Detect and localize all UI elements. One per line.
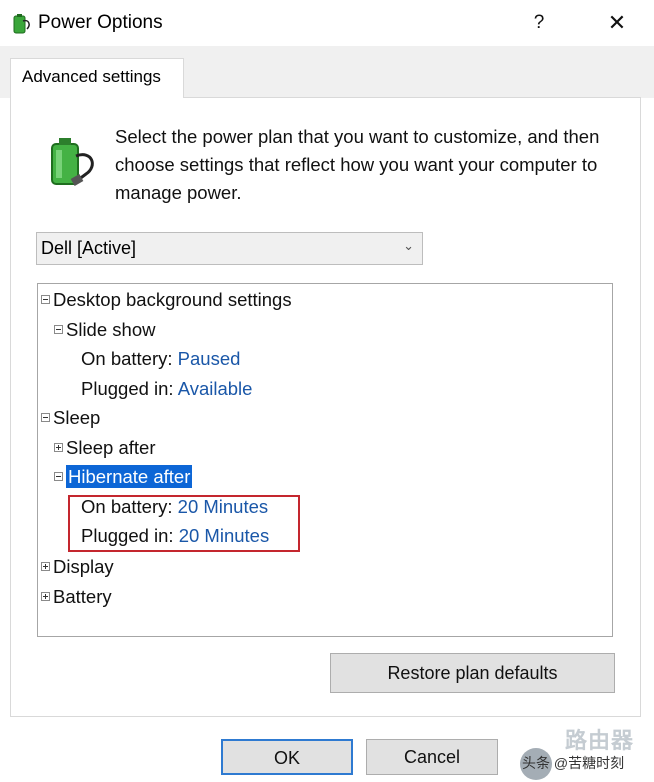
tree-label: Desktop background settings xyxy=(53,289,292,310)
plan-description: Select the power plan that you want to c… xyxy=(115,126,600,203)
tree-item-sleep-after[interactable]: Sleep after xyxy=(54,437,155,459)
tree-item-battery[interactable]: Battery xyxy=(41,586,112,608)
tree-label: Battery xyxy=(53,586,112,607)
help-button[interactable]: ? xyxy=(524,9,554,37)
cancel-button[interactable]: Cancel xyxy=(366,739,498,775)
restore-plan-defaults-button[interactable]: Restore plan defaults xyxy=(330,653,615,693)
collapse-icon[interactable] xyxy=(54,324,63,334)
tree-item-desktop-background[interactable]: Desktop background settings xyxy=(41,289,292,311)
expand-icon[interactable] xyxy=(41,561,50,571)
tree-label-selected: Hibernate after xyxy=(66,465,193,488)
ok-button[interactable]: OK xyxy=(221,739,353,775)
battery-plug-icon xyxy=(51,138,94,186)
tree-label: Sleep after xyxy=(66,437,156,458)
highlight-box xyxy=(68,495,300,552)
setting-value-link[interactable]: Paused xyxy=(178,348,241,369)
watermark-brand: 路由器 xyxy=(565,728,635,753)
expand-icon[interactable] xyxy=(41,591,50,601)
expand-icon[interactable] xyxy=(54,442,63,452)
tab-advanced-settings[interactable]: Advanced settings xyxy=(10,58,184,98)
tree-item-slide-show[interactable]: Slide show xyxy=(54,319,155,341)
tree-label: Display xyxy=(53,556,114,577)
tree-item-hibernate-after[interactable]: Hibernate after xyxy=(54,465,193,488)
chevron-down-icon: ⌄ xyxy=(403,238,414,253)
tree-item-slide-on-battery[interactable]: On battery: Paused xyxy=(81,348,240,370)
collapse-icon[interactable] xyxy=(54,471,63,481)
collapse-icon[interactable] xyxy=(41,412,50,422)
tree-item-display[interactable]: Display xyxy=(41,556,114,578)
tree-label: Slide show xyxy=(66,319,156,340)
tree-label: Sleep xyxy=(53,407,101,428)
power-plan-value: Dell [Active] xyxy=(41,238,137,258)
tree-item-sleep[interactable]: Sleep xyxy=(41,407,100,429)
close-button[interactable]: ✕ xyxy=(600,9,634,37)
power-plan-select[interactable]: Dell [Active] ⌄ xyxy=(36,232,423,265)
setting-label: Plugged in: xyxy=(81,378,174,399)
setting-label: On battery: xyxy=(81,348,173,369)
window-title: Power Options xyxy=(38,12,163,33)
watermark-handle: 头条 @苦糖时刻 xyxy=(522,755,625,771)
title-bar: Power Options ? ✕ xyxy=(0,0,654,46)
tree-item-slide-plugged-in[interactable]: Plugged in: Available xyxy=(81,378,252,400)
setting-value-link[interactable]: Available xyxy=(178,378,253,399)
collapse-icon[interactable] xyxy=(41,294,50,304)
power-options-icon xyxy=(13,14,30,34)
